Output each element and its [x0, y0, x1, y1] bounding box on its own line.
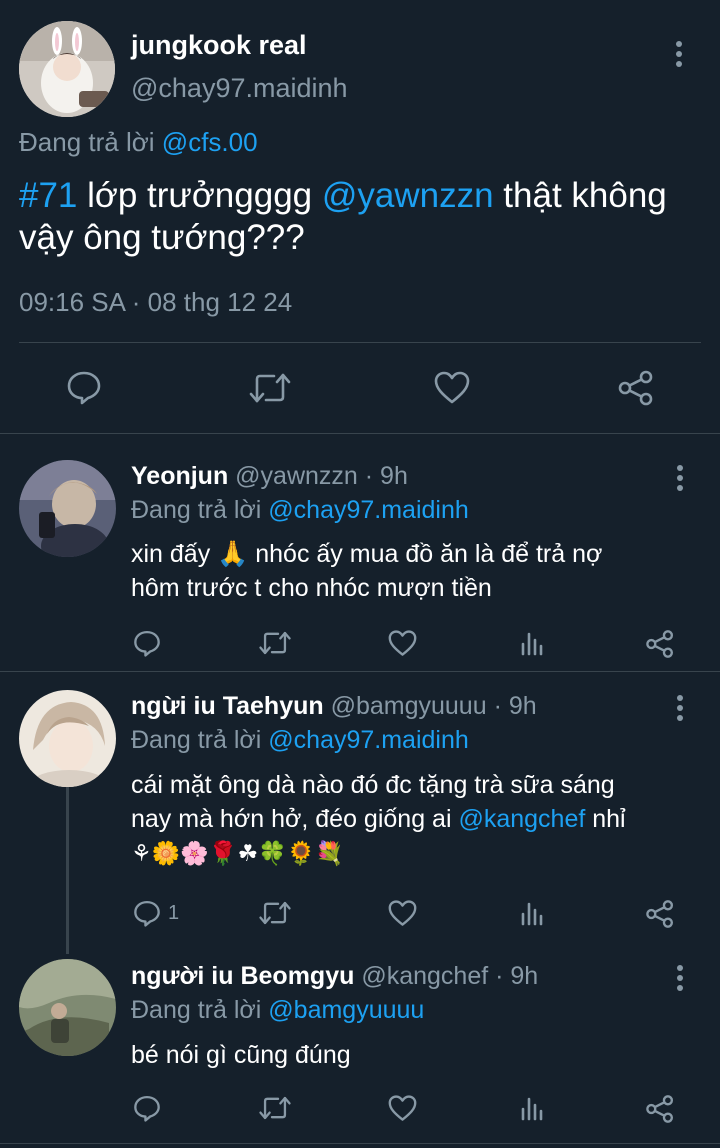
- divider: [0, 1143, 720, 1144]
- reply-count: 1: [168, 902, 180, 924]
- heart-icon[interactable]: [388, 900, 417, 927]
- reply-tweet[interactable]: Yeonjun @yawnzzn · 9h Đang trả lời @chay…: [0, 434, 720, 671]
- reply-text-line: cái mặt ông dà nào đó đc tặng trà sữa sá…: [131, 771, 615, 799]
- replying-to-line: Đang trả lời @chay97.maidinh: [131, 726, 469, 755]
- tweet-thread-screen: jungkook real @chay97.maidinh Đang trả l…: [0, 0, 720, 1148]
- reply-display-name[interactable]: ngừi iu Taehyun: [131, 692, 324, 720]
- avatar-taehyun[interactable]: [19, 690, 116, 787]
- replying-to-mention[interactable]: @chay97.maidinh: [268, 726, 469, 754]
- share-icon[interactable]: [617, 369, 655, 407]
- more-vertical-icon[interactable]: [677, 965, 683, 995]
- replying-prefix: Đang trả lời: [131, 996, 269, 1024]
- replying-prefix: Đang trả lời: [131, 496, 269, 524]
- heart-icon[interactable]: [388, 1095, 417, 1122]
- emoji-line: ⚘🌼🌸🌹☘🍀🌻💐: [131, 840, 345, 866]
- retweet-icon[interactable]: [258, 1095, 292, 1121]
- tweet-text-part: lớp trưởngggg: [77, 176, 322, 215]
- reply-handle-time: @bamgyuuuu · 9h: [323, 692, 537, 720]
- divider: [19, 342, 701, 343]
- more-vertical-icon[interactable]: [677, 465, 683, 495]
- user-handle[interactable]: @chay97.maidinh: [131, 73, 348, 104]
- share-icon[interactable]: [645, 899, 675, 929]
- reply-handle-time: @kangchef · 9h: [354, 962, 539, 990]
- replying-prefix: Đang trả lời: [131, 726, 269, 754]
- reply-display-name[interactable]: Yeonjun: [131, 462, 228, 490]
- reply-text-line: xin đấy 🙏 nhóc ấy mua đồ ăn là để trả nợ: [131, 540, 603, 568]
- replying-prefix: Đang trả lời: [19, 127, 155, 157]
- reply-text-part: nay mà hớn hở, đéo giống ai: [131, 805, 459, 833]
- share-icon[interactable]: [645, 1094, 675, 1124]
- replying-to-mention[interactable]: @bamgyuuuu: [268, 996, 424, 1024]
- replying-to-mention[interactable]: @chay97.maidinh: [268, 496, 469, 524]
- retweet-icon[interactable]: [248, 371, 292, 405]
- more-vertical-icon[interactable]: [676, 41, 682, 71]
- display-name[interactable]: jungkook real: [131, 30, 307, 61]
- reply-text-line: bé nói gì cũng đúng: [131, 1041, 351, 1069]
- reply-header: người iu Beomgyu @kangchef · 9h: [131, 962, 538, 991]
- analytics-icon[interactable]: [519, 630, 545, 656]
- analytics-icon[interactable]: [519, 900, 545, 926]
- replying-to-line: Đang trả lời @bamgyuuuu: [131, 996, 424, 1025]
- tweet-text: #71 lớp trưởngggg @yawnzzn thật không vậ…: [19, 175, 709, 259]
- share-icon[interactable]: [645, 629, 675, 659]
- main-tweet: jungkook real @chay97.maidinh Đang trả l…: [0, 0, 720, 433]
- reply-icon[interactable]: [133, 899, 161, 927]
- replying-to-mention[interactable]: @cfs.00: [162, 127, 258, 157]
- reply-tweet[interactable]: ngừi iu Taehyun @bamgyuuuu · 9h Đang trả…: [0, 672, 720, 942]
- reply-tweet[interactable]: người iu Beomgyu @kangchef · 9h Đang trả…: [0, 942, 720, 1142]
- reply-text: bé nói gì cũng đúng: [131, 1038, 701, 1072]
- avatar-beomgyu[interactable]: [19, 959, 116, 1056]
- reply-text: cái mặt ông dà nào đó đc tặng trà sữa sá…: [131, 768, 701, 870]
- mention-link[interactable]: @kangchef: [458, 805, 585, 833]
- reply-header: Yeonjun @yawnzzn · 9h: [131, 462, 408, 491]
- retweet-icon[interactable]: [258, 630, 292, 656]
- avatar-jungkook[interactable]: [19, 21, 115, 117]
- hashtag-link[interactable]: #71: [19, 176, 77, 215]
- heart-icon[interactable]: [388, 630, 417, 657]
- reply-icon[interactable]: [66, 369, 102, 405]
- more-vertical-icon[interactable]: [677, 695, 683, 725]
- heart-icon[interactable]: [434, 371, 470, 405]
- reply-text-part: nhỉ: [585, 805, 626, 833]
- reply-text-line: nay mà hớn hở, đéo giống ai @kangchef nh…: [131, 802, 701, 836]
- analytics-icon[interactable]: [519, 1095, 545, 1121]
- reply-icon[interactable]: [133, 1094, 161, 1122]
- reply-icon[interactable]: [133, 629, 161, 657]
- reply-text-line: hôm trước t cho nhóc mượn tiền: [131, 574, 492, 602]
- retweet-icon[interactable]: [258, 900, 292, 926]
- reply-text: xin đấy 🙏 nhóc ấy mua đồ ăn là để trả nợ…: [131, 537, 701, 605]
- avatar-yeonjun[interactable]: [19, 460, 116, 557]
- tweet-timestamp: 09:16 SA · 08 thg 12 24: [19, 287, 293, 317]
- replying-to-line: Đang trả lời @chay97.maidinh: [131, 496, 469, 525]
- mention-link[interactable]: @yawnzzn: [322, 176, 494, 215]
- replying-to-line: Đang trả lời @cfs.00: [19, 127, 258, 158]
- reply-handle-time: @yawnzzn · 9h: [228, 462, 408, 490]
- reply-display-name[interactable]: người iu Beomgyu: [131, 962, 354, 990]
- reply-header: ngừi iu Taehyun @bamgyuuuu · 9h: [131, 692, 537, 721]
